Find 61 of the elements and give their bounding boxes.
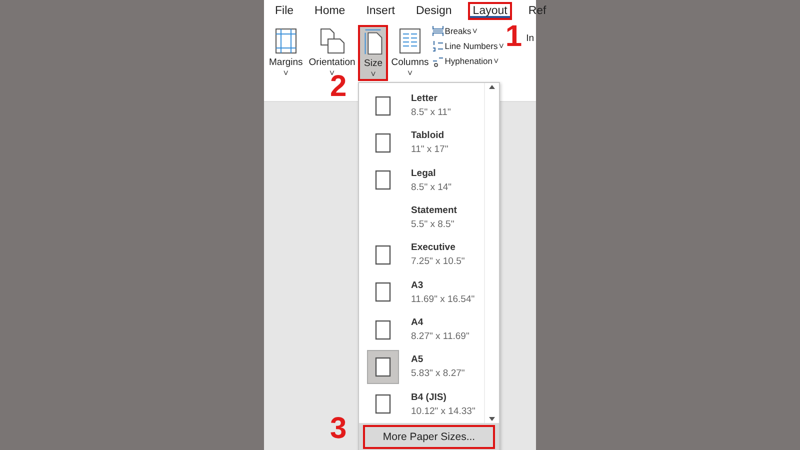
paper-dimensions: 8.5" x 14" <box>411 182 452 193</box>
hyphenation-icon <box>432 55 444 67</box>
ribbon-small-button[interactable]: Breaks˅ <box>432 25 504 37</box>
ribbon-tab[interactable]: Layout <box>468 2 512 20</box>
menu-item[interactable]: Executive 7.25" x 10.5" <box>359 236 484 274</box>
paper-dimensions: 11" x 17" <box>411 144 448 156</box>
ribbon-tab[interactable]: Design <box>410 2 457 20</box>
breaks-icon <box>432 25 444 37</box>
paper-name: Statement <box>411 205 457 216</box>
caret-icon: ˅ <box>283 68 289 78</box>
paper-name: B4 (JIS) <box>411 392 448 403</box>
page-icon <box>375 96 391 116</box>
ribbon-small-button[interactable]: Hyphenation˅ <box>432 55 504 67</box>
paper-dimensions: 5.83" x 8.27" <box>411 368 465 380</box>
ribbon-small-button[interactable]: Line Numbers˅ <box>432 40 504 52</box>
line-numbers-icon <box>432 40 444 52</box>
paper-name: Legal <box>411 168 437 179</box>
ribbon-button[interactable]: Columns ˅ <box>388 25 432 81</box>
paper-name: Executive <box>411 242 456 254</box>
paper-dimensions: 10.12" x 14.33" <box>411 406 476 417</box>
page-icon <box>375 170 391 190</box>
ribbon-button[interactable]: Margins ˅ <box>266 25 306 81</box>
menu-item[interactable]: A4 8.27" x 11.69" <box>359 310 484 348</box>
paper-name: A3 <box>411 280 424 291</box>
page-icon <box>375 320 391 340</box>
columns-icon <box>398 27 422 55</box>
page-icon <box>375 394 391 414</box>
page-icon <box>375 282 391 302</box>
caret-icon: ˅ <box>370 69 376 79</box>
orientation-icon <box>318 27 346 55</box>
step-number: 1 <box>505 26 522 48</box>
menu-item[interactable]: Legal 8.5" x 14" <box>359 162 484 199</box>
paper-dimensions: 11.69" x 16.54" <box>411 294 475 305</box>
ribbon-label: In <box>526 33 534 44</box>
menu-item[interactable]: A3 11.69" x 16.54" <box>359 274 484 311</box>
paper-name: Tabloid <box>411 130 446 142</box>
page-icon <box>375 244 391 265</box>
more-paper-sizes-button[interactable]: More Paper Sizes... <box>363 425 495 449</box>
page-icon <box>375 356 391 377</box>
scroll-up-icon[interactable] <box>488 83 496 91</box>
ribbon-tab[interactable]: Insert <box>361 2 400 20</box>
paper-name: Letter <box>411 93 438 104</box>
paper-name: A5 <box>411 354 424 366</box>
page-icon <box>375 132 391 153</box>
menu-item[interactable]: Statement 5.5" x 8.5" <box>359 198 484 236</box>
caret-icon: ˅ <box>407 68 413 78</box>
menu-item[interactable]: A5 5.83" x 8.27" <box>359 348 484 386</box>
ribbon-button[interactable]: Size ˅ <box>358 25 388 81</box>
menu-item[interactable]: Tabloid 11" x 17" <box>359 124 484 162</box>
paper-dimensions: 8.27" x 11.69" <box>411 331 470 342</box>
menu-item[interactable]: Letter 8.5" x 11" <box>359 87 484 124</box>
menu-item[interactable]: B4 (JIS) 10.12" x 14.33" <box>359 386 484 423</box>
paper-dimensions: 8.5" x 11" <box>411 107 451 118</box>
ribbon-tab[interactable]: Home <box>310 2 350 20</box>
ribbon-tab[interactable]: File <box>270 2 299 20</box>
margins-icon <box>274 27 298 55</box>
paper-dimensions: 5.5" x 8.5" <box>411 219 456 230</box>
step-number: 2 <box>330 76 347 98</box>
step-number: 3 <box>330 418 347 440</box>
paper-name: A4 <box>411 317 424 328</box>
paper-dimensions: 7.25" x 10.5" <box>411 256 465 268</box>
